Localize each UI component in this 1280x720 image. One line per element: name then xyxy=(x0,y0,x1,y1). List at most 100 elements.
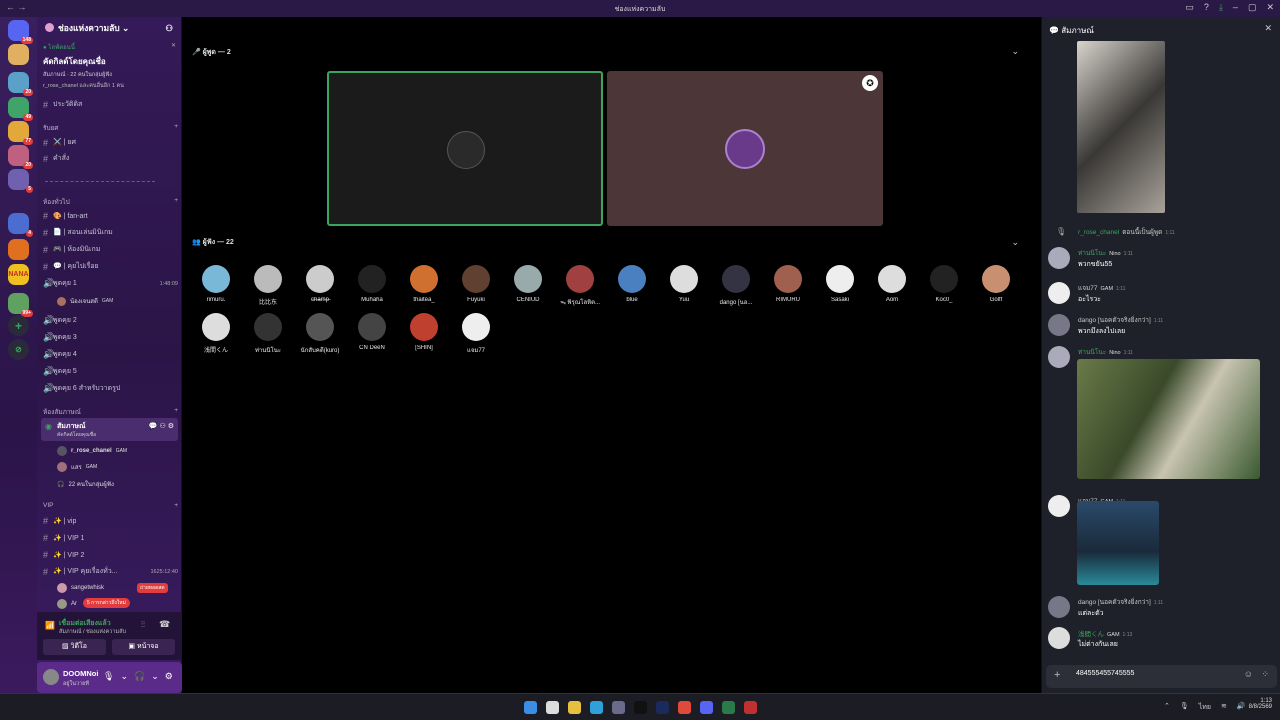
spreadsheet-icon[interactable] xyxy=(722,701,735,714)
audience-member[interactable]: ท่านนิโนะ xyxy=(242,313,294,355)
channel-roles[interactable]: # ⚔️ | ยศ xyxy=(43,135,178,150)
channel-general-item[interactable]: # 🎮 | ห้องมินิเกม xyxy=(43,242,178,257)
voice-channel[interactable]: 🔊 พูดคุย 5 xyxy=(43,364,178,379)
server-icon[interactable]: 20 xyxy=(8,72,33,96)
message-author[interactable]: แจม77 xyxy=(1078,285,1098,292)
noise-suppression-icon[interactable]: ⫶⫶ xyxy=(141,620,145,630)
category-vip[interactable]: VIP + xyxy=(43,502,178,509)
audience-member[interactable]: [SHIN] xyxy=(398,313,450,351)
headphones-icon[interactable]: 🎧 xyxy=(134,671,145,682)
stage-actions-icon[interactable]: 💬 ⚇ ⚙ xyxy=(149,422,174,430)
audience-member[interactable]: CN DeeN xyxy=(346,313,398,351)
add-server-button[interactable]: + xyxy=(8,315,29,336)
live-event-card[interactable]: ● ไลฟ์ตอนนี้ ✕ คัดกิลด์โดยคุณชื่อ สัมภาษณ… xyxy=(43,42,176,90)
chevron-down-icon[interactable]: ⌄ xyxy=(151,671,159,682)
server-icon[interactable]: 148 xyxy=(8,20,33,44)
audience-member[interactable]: Yuu xyxy=(658,265,710,303)
add-attachment-icon[interactable]: + xyxy=(1054,669,1060,681)
server-icon[interactable]: 5 xyxy=(8,169,33,193)
photoshop-icon[interactable] xyxy=(656,701,669,714)
server-icon[interactable] xyxy=(8,44,29,65)
voice-channel[interactable]: # ✨ | VIP คุยเรื่องทั่ว... 1625:12:40 xyxy=(43,564,178,579)
video-button[interactable]: ▨ วิดีโอ xyxy=(43,639,106,655)
tray-chevron-icon[interactable]: ⌃ xyxy=(1164,702,1170,713)
message-author[interactable]: ท่านนิโนะ xyxy=(1078,250,1106,257)
edge-icon[interactable] xyxy=(590,701,603,714)
voice-channel[interactable]: 🔊 พูดคุย 3 xyxy=(43,330,178,345)
add-channel-icon[interactable]: + xyxy=(174,407,178,417)
category-interview[interactable]: ห้องสัมภาษณ์ + xyxy=(43,407,178,417)
disconnect-icon[interactable]: ☎ xyxy=(159,619,170,630)
stage-user[interactable]: แสร GAM xyxy=(57,462,97,472)
speaker-tile-1[interactable] xyxy=(327,71,603,226)
voice-channel[interactable]: 🔊 พูดคุย 4 xyxy=(43,347,178,362)
audience-member[interactable]: Fuyuki xyxy=(450,265,502,303)
channel-vip[interactable]: # ✨ | VIP 2 xyxy=(43,547,178,562)
channel-vip[interactable]: # ✨ | VIP 1 xyxy=(43,530,178,545)
voice-channel[interactable]: 🔊 พูดคุย 2 xyxy=(43,313,178,328)
microphone-icon[interactable]: 🎙 xyxy=(1180,702,1189,713)
channel-general-item[interactable]: # 🎨 | fan-art xyxy=(43,208,178,223)
avatar[interactable] xyxy=(1048,314,1070,336)
download-icon[interactable]: ⤓ xyxy=(1219,2,1223,13)
server-icon[interactable]: 49 xyxy=(8,97,33,121)
chat-image-artwork[interactable] xyxy=(1077,41,1165,213)
voice-location[interactable]: สัมภาษณ์ / ช่องแห่งความลับ xyxy=(59,628,126,636)
voice-user[interactable]: น้องเจนสดี GAM xyxy=(57,296,113,306)
audience-member[interactable]: rimuru. xyxy=(190,265,242,303)
server-icon[interactable] xyxy=(8,239,29,260)
discord-icon[interactable] xyxy=(700,701,713,714)
dismiss-icon[interactable]: ✕ xyxy=(171,42,176,49)
audience-member[interactable]: c̶h̶a̶m̶p̶ xyxy=(294,265,346,303)
audience-member[interactable]: RIMURU xyxy=(762,265,814,303)
message-author[interactable]: dango [นอคตัวจริงยิ่งกว่า] xyxy=(1078,599,1151,606)
audience-member[interactable]: Golff xyxy=(970,265,1022,303)
server-icon[interactable]: 4 xyxy=(8,213,33,237)
start-button[interactable] xyxy=(524,701,537,714)
server-header[interactable]: ช่องแห่งความลับ ⌄ ⚇ xyxy=(37,17,181,39)
avatar[interactable] xyxy=(1048,247,1070,269)
chrome-icon[interactable] xyxy=(678,701,691,714)
collapse-audience-icon[interactable]: ⌄ xyxy=(1011,237,1019,248)
message-author[interactable]: 浅間くん xyxy=(1078,631,1104,638)
avatar[interactable] xyxy=(1048,495,1070,517)
channel-history[interactable]: # ประวัติดิส xyxy=(43,97,178,112)
screen-share-button[interactable]: ▣ หน้าจอ xyxy=(112,639,175,655)
category-general[interactable]: ห้องทั่วไป + xyxy=(43,197,178,207)
category-roles[interactable]: รับยศ + xyxy=(43,123,178,133)
audience-member[interactable]: 浅間くん xyxy=(190,313,242,354)
close-icon[interactable]: ✕ xyxy=(1266,2,1274,13)
add-channel-icon[interactable]: + xyxy=(174,123,178,133)
avatar[interactable] xyxy=(1048,346,1070,368)
settings-icon[interactable]: ⚙ xyxy=(165,671,173,682)
tiktok-icon[interactable] xyxy=(634,701,647,714)
server-icon[interactable]: 99+ xyxy=(8,293,33,317)
server-icon[interactable]: 77 xyxy=(8,121,33,145)
wifi-icon[interactable]: ≋ xyxy=(1221,702,1227,713)
app-icon[interactable] xyxy=(744,701,757,714)
avatar[interactable] xyxy=(1048,627,1070,649)
stage-user[interactable]: r_rose_chanel GAM xyxy=(57,446,127,456)
channel-general-item[interactable]: # 📄 | สอนเล่นมินิเกม xyxy=(43,225,178,240)
chat-image-man[interactable] xyxy=(1077,501,1159,585)
avatar[interactable] xyxy=(1048,596,1070,618)
inbox-icon[interactable]: ▭ xyxy=(1185,2,1194,13)
discover-button[interactable]: ⊘ xyxy=(8,339,29,360)
maximize-icon[interactable]: ▢ xyxy=(1248,2,1257,13)
stage-channel[interactable]: ◉ สัมภาษณ์ คัดกิลด์โดยคุณชื่อ 💬 ⚇ ⚙ xyxy=(41,418,178,441)
add-member-icon[interactable]: ⚇ xyxy=(165,23,173,34)
chat-image-eagle[interactable] xyxy=(1077,359,1260,479)
voice-channel[interactable]: 🔊 พูดคุย 1 1:48:09 xyxy=(43,276,178,291)
collapse-speakers-icon[interactable]: ⌄ xyxy=(1011,46,1019,57)
add-channel-icon[interactable]: + xyxy=(174,197,178,207)
server-icon[interactable]: 20 xyxy=(8,145,33,169)
chevron-down-icon[interactable]: ⌄ xyxy=(120,671,128,682)
audience-member[interactable]: Muhaha xyxy=(346,265,398,303)
voice-user[interactable]: sangetwhisk ถ่ายทอดสด xyxy=(57,583,168,593)
avatar[interactable] xyxy=(1048,282,1070,304)
stage-listeners[interactable]: 🎧 22 คนในกลุ่มผู้ฟัง xyxy=(57,479,114,489)
audience-member[interactable]: นักสับคดี(kuro) xyxy=(294,313,346,355)
voice-user[interactable]: Ar 5 การกล่าวถึงใหม่ xyxy=(57,598,130,609)
avatar[interactable] xyxy=(43,669,59,685)
audience-member[interactable]: แจม77 xyxy=(450,313,502,355)
